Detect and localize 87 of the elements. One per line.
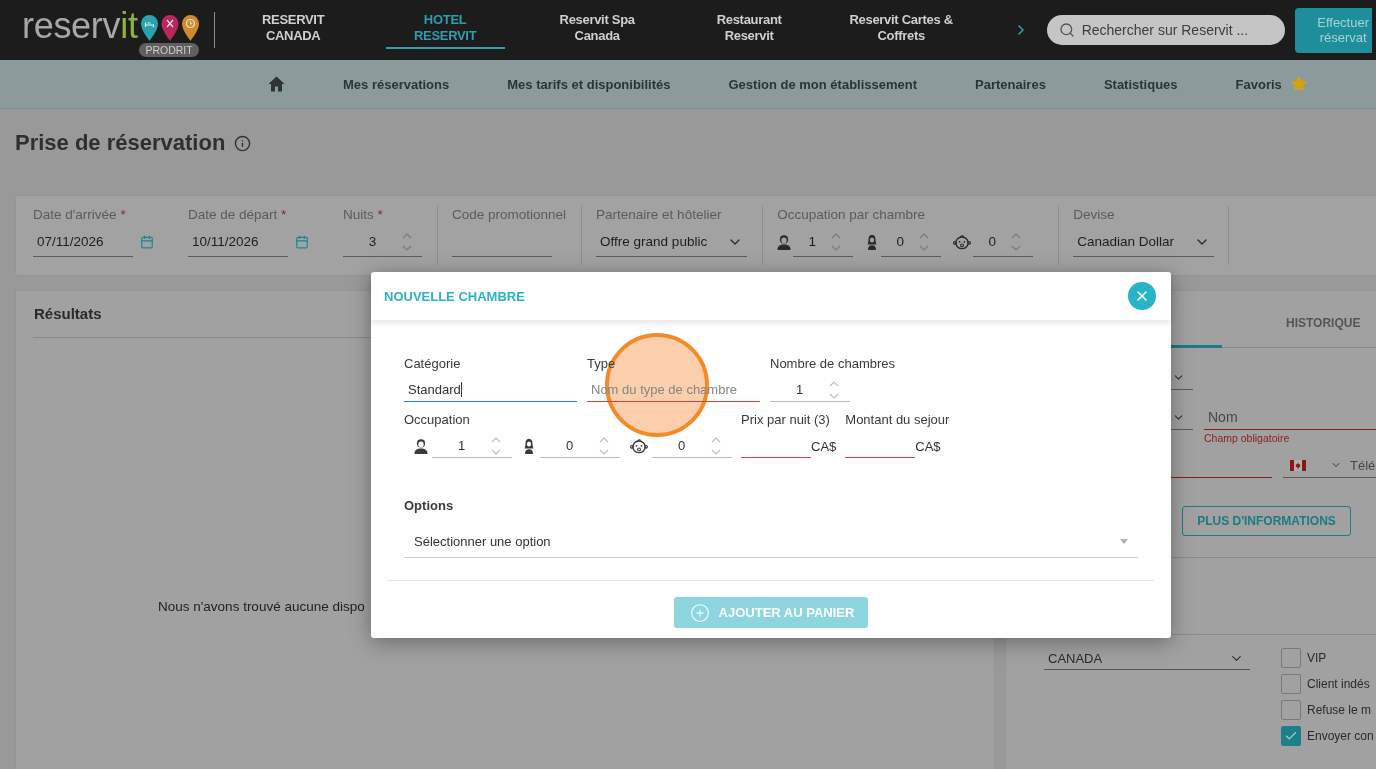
field-label: Nombre de chambres bbox=[770, 355, 895, 373]
checkbox[interactable] bbox=[1281, 726, 1301, 746]
stepper-icon[interactable] bbox=[1011, 231, 1022, 252]
number-field[interactable]: 1 bbox=[432, 434, 512, 458]
stepper-icon[interactable] bbox=[829, 379, 839, 400]
stepper-icon[interactable] bbox=[402, 231, 412, 252]
product-tab[interactable]: Reservit Cartes & Coffrets bbox=[841, 11, 961, 49]
number-field[interactable]: 1 bbox=[770, 378, 850, 402]
text-field[interactable]: Nom bbox=[1204, 405, 1376, 430]
checkbox-label: VIP bbox=[1307, 651, 1327, 665]
field-label: Date d'arrivée * bbox=[33, 206, 126, 224]
date-field[interactable]: 10/11/2026 bbox=[188, 227, 288, 257]
field-label: Occupation par chambre bbox=[777, 206, 925, 224]
logo-wordmark: reservit bbox=[22, 11, 138, 41]
map-pins-icon bbox=[140, 15, 199, 41]
product-tab[interactable]: Reservit Spa Canada bbox=[537, 11, 657, 49]
date-field[interactable]: 07/11/2026 bbox=[33, 227, 133, 257]
field-label: Prix par nuit (3) bbox=[741, 411, 830, 429]
nav-link[interactable]: Favoris bbox=[1235, 76, 1307, 92]
nav-link[interactable]: Mes réservations bbox=[343, 76, 450, 92]
calendar-icon[interactable] bbox=[295, 235, 309, 249]
field-label: Catégorie bbox=[404, 355, 461, 373]
baby-face-icon bbox=[630, 438, 648, 454]
number-field[interactable]: 0 bbox=[973, 227, 1034, 257]
empty-message: Nous n'avons trouvé aucune dispo bbox=[158, 598, 365, 616]
calendar-icon[interactable] bbox=[140, 235, 154, 249]
search-field[interactable]: Rechercher sur Reservit ... bbox=[1046, 15, 1285, 45]
select-field[interactable]: Offre grand public bbox=[596, 227, 748, 257]
stepper-icon[interactable] bbox=[919, 231, 930, 252]
product-tab[interactable]: RESERVIT CANADA bbox=[233, 11, 353, 49]
field-label: Montant du sejour bbox=[845, 411, 950, 429]
phone-field[interactable]: Télé bbox=[1283, 453, 1376, 478]
field-label: Partenaire et hôtelier bbox=[596, 206, 722, 224]
select-field[interactable]: Canadian Dollar bbox=[1073, 227, 1214, 257]
close-button[interactable] bbox=[1128, 282, 1156, 310]
stepper-icon[interactable] bbox=[599, 435, 609, 456]
number-field[interactable]: 0 bbox=[652, 434, 732, 458]
nav-link[interactable]: Mes tarifs et disponibilités bbox=[507, 76, 671, 92]
field-label: Devise bbox=[1073, 206, 1115, 224]
flag-icon bbox=[1290, 459, 1306, 471]
text-field[interactable]: Standard bbox=[404, 378, 577, 402]
number-field[interactable]: 0 bbox=[540, 434, 620, 458]
nav-link[interactable]: Statistiques bbox=[1103, 76, 1178, 92]
checkbox[interactable] bbox=[1281, 648, 1301, 668]
number-field[interactable]: 3 bbox=[343, 227, 422, 257]
error-message: Champ obligatoire bbox=[1204, 432, 1290, 444]
home-icon[interactable] bbox=[268, 76, 285, 92]
currency-label: CA$ bbox=[811, 438, 837, 454]
checkbox-label: Envoyer con bbox=[1307, 729, 1374, 743]
man-icon bbox=[414, 438, 428, 454]
number-field[interactable]: 1 bbox=[793, 227, 854, 257]
stepper-icon[interactable] bbox=[831, 231, 842, 252]
currency-label: CA$ bbox=[915, 438, 941, 454]
stepper-icon[interactable] bbox=[711, 435, 721, 456]
product-tab[interactable]: Restaurant Reservit bbox=[689, 11, 809, 49]
product-tab[interactable]: HOTEL RESERVIT bbox=[385, 11, 505, 49]
dialog-title: NOUVELLE CHAMBRE bbox=[384, 288, 525, 304]
nav-link[interactable]: Partenaires bbox=[975, 76, 1046, 92]
woman-icon bbox=[522, 438, 536, 454]
nav-link[interactable]: Gestion de mon établissement bbox=[728, 76, 918, 92]
checkbox-label: Refuse le m bbox=[1307, 703, 1372, 717]
plus-circle-icon bbox=[689, 602, 710, 623]
star-icon bbox=[1290, 76, 1307, 92]
text-cursor bbox=[460, 382, 462, 397]
field-label: Date de départ * bbox=[188, 206, 287, 224]
section-title: Résultats bbox=[34, 305, 102, 323]
stepper-icon[interactable] bbox=[491, 435, 501, 456]
search-icon bbox=[1058, 22, 1075, 38]
baby-face-icon bbox=[953, 234, 972, 250]
page-title: Prise de réservation bbox=[15, 129, 226, 157]
field-label: Nuits * bbox=[343, 206, 383, 224]
check-icon bbox=[1284, 729, 1298, 743]
field-label: Code promotionnel bbox=[452, 206, 567, 224]
caret-down-icon bbox=[1120, 539, 1128, 544]
field-label: Options bbox=[404, 497, 454, 515]
info-icon[interactable] bbox=[234, 134, 252, 152]
number-field[interactable]: 0 bbox=[881, 227, 942, 257]
field-label: Occupation bbox=[404, 411, 470, 429]
environment-badge: PRODRIT bbox=[139, 43, 199, 57]
man-icon bbox=[777, 234, 792, 250]
woman-icon bbox=[865, 234, 880, 250]
close-icon bbox=[1134, 288, 1150, 304]
country-select[interactable]: CANADA bbox=[1044, 648, 1250, 670]
checkbox[interactable] bbox=[1281, 700, 1301, 720]
options-select[interactable]: Sélectionner une option bbox=[404, 526, 1138, 558]
checkbox-label: Client indés bbox=[1307, 677, 1370, 691]
checkbox[interactable] bbox=[1281, 674, 1301, 694]
